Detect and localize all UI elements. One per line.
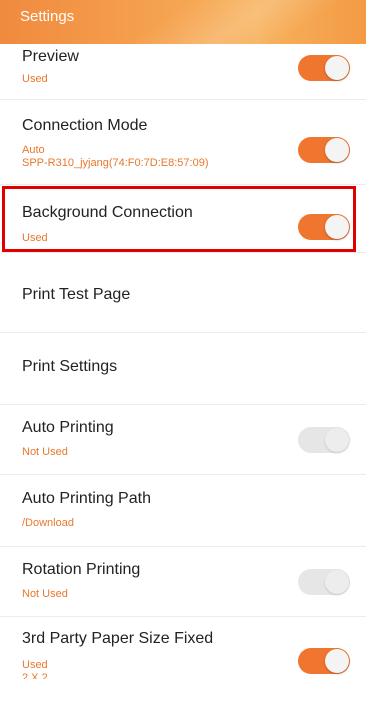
setting-print-settings[interactable]: Print Settings xyxy=(0,333,366,405)
setting-value: /Download xyxy=(22,517,74,529)
setting-device: SPP-R310_jyjang(74:F0:7D:E8:57:09) xyxy=(22,157,209,169)
connection-mode-toggle[interactable] xyxy=(298,137,350,163)
settings-screen: Settings Preview Used Connection Mode Au… xyxy=(0,0,366,727)
setting-3rd-party-paper-size[interactable]: 3rd Party Paper Size Fixed Used 2 X 2 xyxy=(0,617,366,681)
setting-label: Auto Printing xyxy=(22,419,114,436)
toggle-knob xyxy=(325,570,349,594)
rotation-printing-toggle[interactable] xyxy=(298,569,350,595)
header-bar: Settings xyxy=(0,0,366,44)
setting-connection-mode[interactable]: Connection Mode Auto SPP-R310_jyjang(74:… xyxy=(0,100,366,185)
setting-value: Used xyxy=(22,659,48,671)
setting-label: Print Test Page xyxy=(22,286,131,303)
setting-value: Used xyxy=(22,73,48,85)
setting-auto-printing-path[interactable]: Auto Printing Path /Download xyxy=(0,475,366,547)
page-title: Settings xyxy=(20,8,75,25)
setting-value: Not Used xyxy=(22,588,68,600)
setting-label: Preview xyxy=(22,48,79,65)
setting-value: Not Used xyxy=(22,446,68,458)
highlight-box xyxy=(2,186,356,252)
setting-label: 3rd Party Paper Size Fixed xyxy=(22,630,214,647)
setting-label: Rotation Printing xyxy=(22,561,141,578)
toggle-knob xyxy=(325,138,349,162)
setting-print-test-page[interactable]: Print Test Page xyxy=(0,253,366,333)
auto-printing-toggle[interactable] xyxy=(298,427,350,453)
setting-rotation-printing[interactable]: Rotation Printing Not Used xyxy=(0,547,366,617)
setting-label: Print Settings xyxy=(22,358,118,375)
setting-paper-size: 2 X 2 xyxy=(22,672,48,679)
toggle-knob xyxy=(325,649,349,673)
setting-auto-printing[interactable]: Auto Printing Not Used xyxy=(0,405,366,475)
toggle-knob xyxy=(325,428,349,452)
setting-value: Auto xyxy=(22,144,45,156)
paper-size-fixed-toggle[interactable] xyxy=(298,648,350,674)
preview-toggle[interactable] xyxy=(298,55,350,81)
setting-preview[interactable]: Preview Used xyxy=(0,44,366,100)
toggle-knob xyxy=(325,56,349,80)
setting-label: Connection Mode xyxy=(22,117,148,134)
setting-label: Auto Printing Path xyxy=(22,490,151,507)
